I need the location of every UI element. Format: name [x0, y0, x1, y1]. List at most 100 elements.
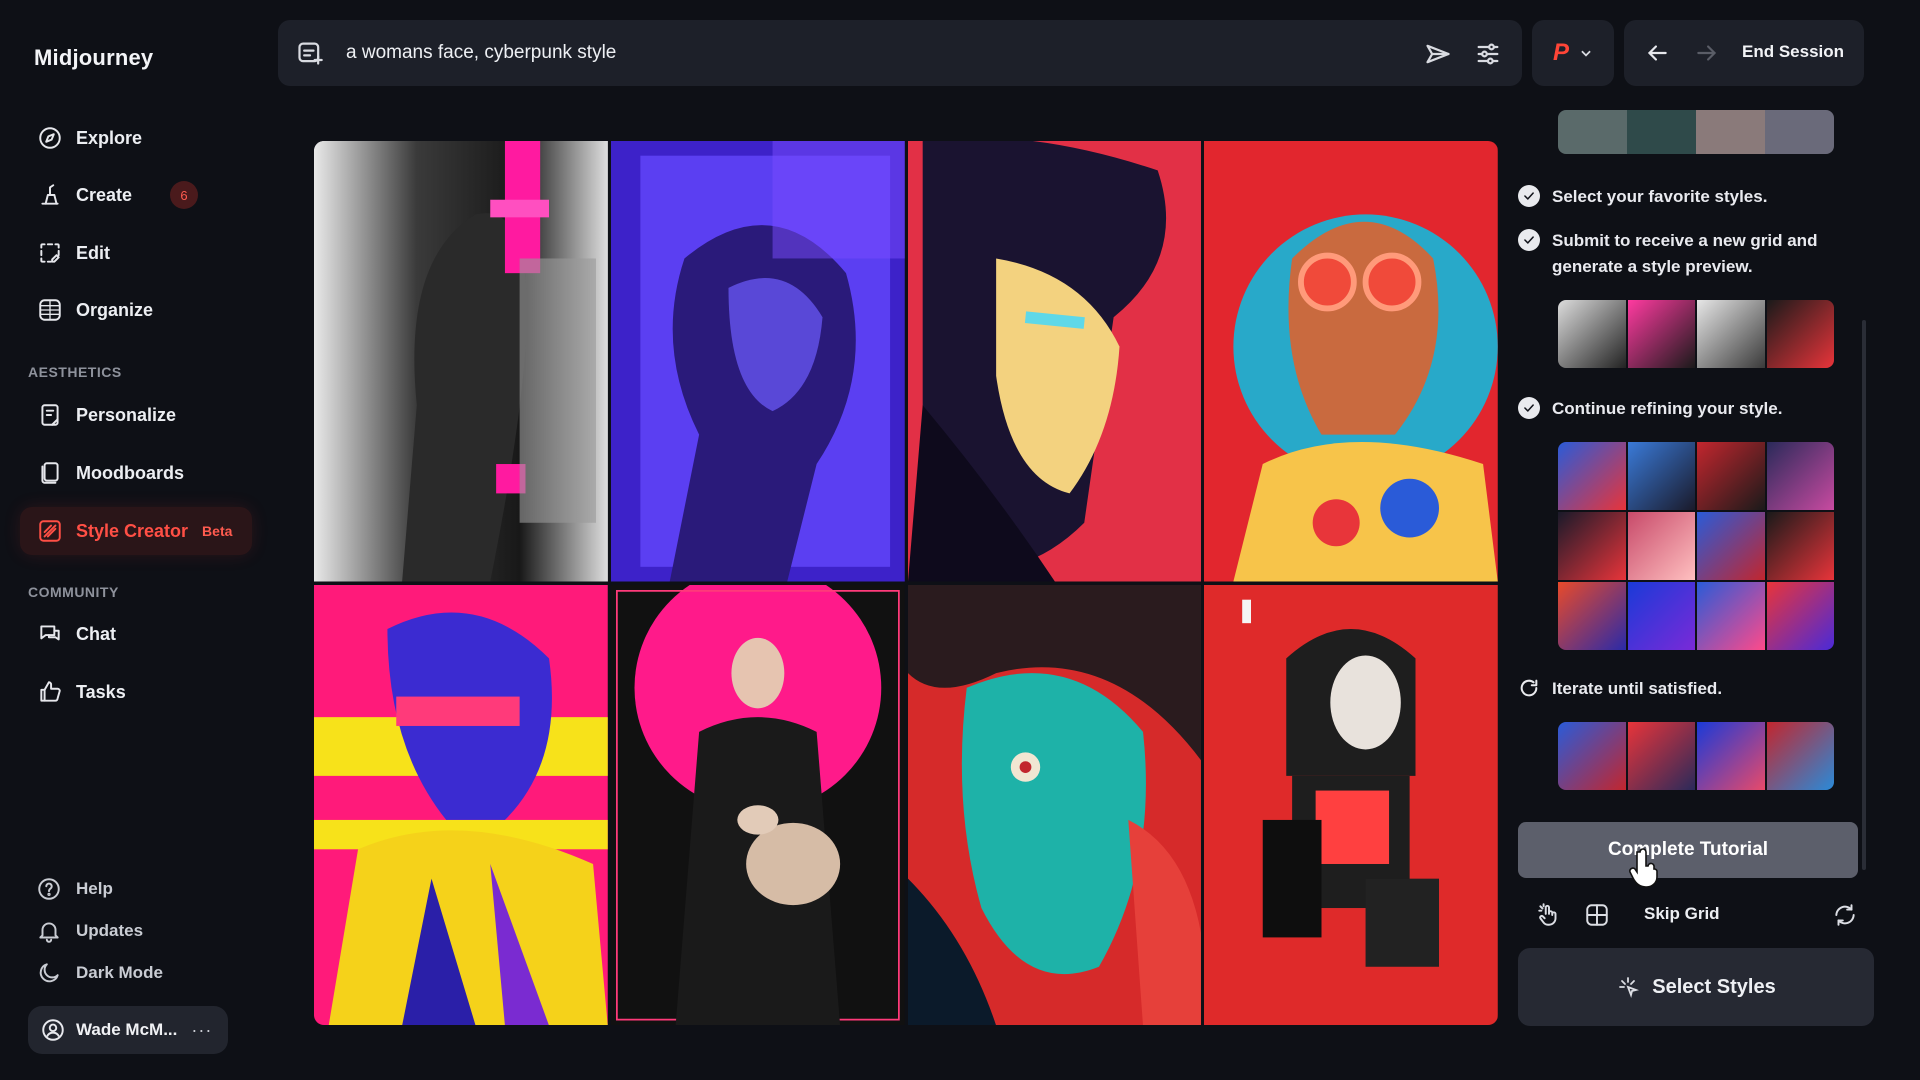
user-account-button[interactable]: Wade McM... ··· [28, 1006, 228, 1054]
sidebar-item-style-creator[interactable]: Style Creator Beta [20, 507, 252, 555]
user-name: Wade McM... [76, 1020, 178, 1039]
woman-with-lamb [610, 584, 905, 1025]
user-avatar-icon [42, 1019, 64, 1041]
grid-tile-4[interactable] [1204, 141, 1498, 582]
anime-red-hero [907, 141, 1202, 582]
sidebar-item-label: Moodboards [76, 462, 184, 483]
sidebar: Midjourney Explore Create 6 Edit Organiz… [0, 0, 270, 1080]
skip-grid-button[interactable]: Skip Grid [1644, 904, 1720, 924]
select-styles-label: Select Styles [1652, 975, 1776, 998]
brush-icon [36, 181, 64, 209]
grayscale-glitch-portrait [314, 141, 608, 582]
profile-letter: P [1552, 39, 1569, 66]
grid-tile-6[interactable] [610, 584, 905, 1025]
sidebar-item-label: Personalize [76, 404, 177, 425]
check-circle-icon [1518, 397, 1540, 419]
chat-icon [36, 620, 64, 648]
sidebar-item-explore[interactable]: Explore [20, 114, 252, 162]
sparkle-cursor-icon [1619, 977, 1640, 999]
refresh-icon[interactable] [1832, 902, 1858, 928]
sidebar-item-label: Tasks [76, 681, 126, 702]
grid-tile-5[interactable] [314, 584, 608, 1025]
end-session-button[interactable]: End Session [1742, 42, 1844, 62]
sidebar-item-edit[interactable]: Edit [20, 229, 252, 277]
red-woman-collage [1204, 584, 1498, 1025]
style-refine-grid [1558, 442, 1834, 650]
compass-icon [36, 124, 64, 152]
personalize-icon [36, 401, 64, 429]
preview-strip-top [1558, 110, 1834, 154]
step-text: Continue refining your style. [1552, 399, 1783, 418]
check-circle-icon [1518, 185, 1540, 207]
sidebar-item-label: Chat [76, 623, 116, 644]
sidebar-item-personalize[interactable]: Personalize [20, 391, 252, 439]
teal-face-red-splash [907, 584, 1202, 1025]
bell-icon [39, 922, 59, 943]
iterate-preview-row [1558, 722, 1834, 790]
send-icon[interactable] [1424, 40, 1452, 68]
sidebar-item-label: Help [76, 879, 113, 898]
sidebar-item-label: Style Creator [76, 520, 189, 541]
grid-tile-3[interactable] [907, 141, 1202, 582]
sidebar-item-help[interactable]: Help [36, 874, 113, 904]
sidebar-item-label: Dark Mode [76, 963, 163, 982]
grid-layout-icon[interactable] [1584, 902, 1610, 928]
prompt-bar[interactable]: a womans face, cyberpunk style [278, 20, 1522, 86]
violet-sculpted-face [610, 141, 905, 582]
grid-tool-row: Skip Grid [1518, 900, 1858, 930]
sidebar-item-chat[interactable]: Chat [20, 610, 252, 658]
notification-badge: 6 [170, 181, 199, 209]
sidebar-item-moodboards[interactable]: Moodboards [20, 449, 252, 497]
settings-sliders-icon[interactable] [1474, 40, 1502, 68]
tutorial-step-2: Submit to receive a new grid and generat… [1518, 228, 1852, 280]
help-icon [38, 878, 60, 900]
more-options-icon[interactable]: ··· [191, 1020, 212, 1041]
arrow-right-icon[interactable] [1694, 40, 1720, 66]
step-text: Iterate until satisfied. [1552, 679, 1723, 698]
grid-tile-1[interactable] [314, 141, 608, 582]
sidebar-item-create[interactable]: Create 6 [20, 171, 252, 219]
chevron-down-icon [1581, 50, 1591, 57]
image-prompt-icon[interactable] [296, 39, 324, 67]
section-label-community: COMMUNITY [28, 584, 119, 600]
sidebar-item-label: Edit [76, 242, 110, 263]
complete-tutorial-button[interactable]: Complete Tutorial [1518, 822, 1858, 878]
grid-tile-2[interactable] [610, 141, 905, 582]
style-creator-panel: Select your favorite styles. Submit to r… [1506, 110, 1876, 1040]
style-creator-icon [36, 517, 64, 545]
grid-tile-8[interactable] [1204, 584, 1498, 1025]
profile-selector-button[interactable]: P [1532, 20, 1614, 86]
step-text: Submit to receive a new grid and generat… [1552, 231, 1818, 276]
sunglasses-teal-circle [1204, 141, 1498, 582]
tutorial-step-1: Select your favorite styles. [1518, 184, 1852, 210]
check-circle-icon [1518, 229, 1540, 251]
section-label-aesthetics: AESTHETICS [28, 364, 122, 380]
sidebar-item-updates[interactable]: Updates [36, 916, 143, 946]
beta-tag: Beta [202, 523, 233, 539]
moodboard-icon [36, 459, 64, 487]
prompt-input[interactable]: a womans face, cyberpunk style [346, 42, 616, 64]
brand-logo[interactable]: Midjourney [34, 45, 153, 71]
session-controls: End Session [1624, 20, 1864, 86]
grid-tile-7[interactable] [907, 584, 1202, 1025]
select-styles-button[interactable]: Select Styles [1518, 948, 1874, 1026]
image-grid [314, 141, 1498, 1025]
thumbs-up-icon [36, 678, 64, 706]
sidebar-item-label: Updates [76, 921, 144, 940]
panel-scrollbar[interactable] [1862, 320, 1866, 870]
sidebar-item-tasks[interactable]: Tasks [20, 668, 252, 716]
style-preview-row [1558, 300, 1834, 368]
sidebar-item-organize[interactable]: Organize [20, 286, 252, 334]
arrow-left-icon[interactable] [1644, 40, 1670, 66]
grid-icon [36, 296, 64, 324]
edit-frame-icon [36, 239, 64, 267]
moon-icon [39, 963, 59, 983]
pointer-select-icon[interactable] [1536, 902, 1562, 928]
refresh-icon [1518, 677, 1540, 699]
sidebar-item-dark-mode[interactable]: Dark Mode [36, 958, 163, 988]
step-text: Select your favorite styles. [1552, 187, 1768, 206]
tutorial-step-3: Continue refining your style. [1518, 396, 1852, 422]
magenta-sunglasses-man [314, 584, 608, 1025]
sidebar-item-label: Explore [76, 127, 143, 148]
tutorial-step-4: Iterate until satisfied. [1518, 676, 1852, 702]
